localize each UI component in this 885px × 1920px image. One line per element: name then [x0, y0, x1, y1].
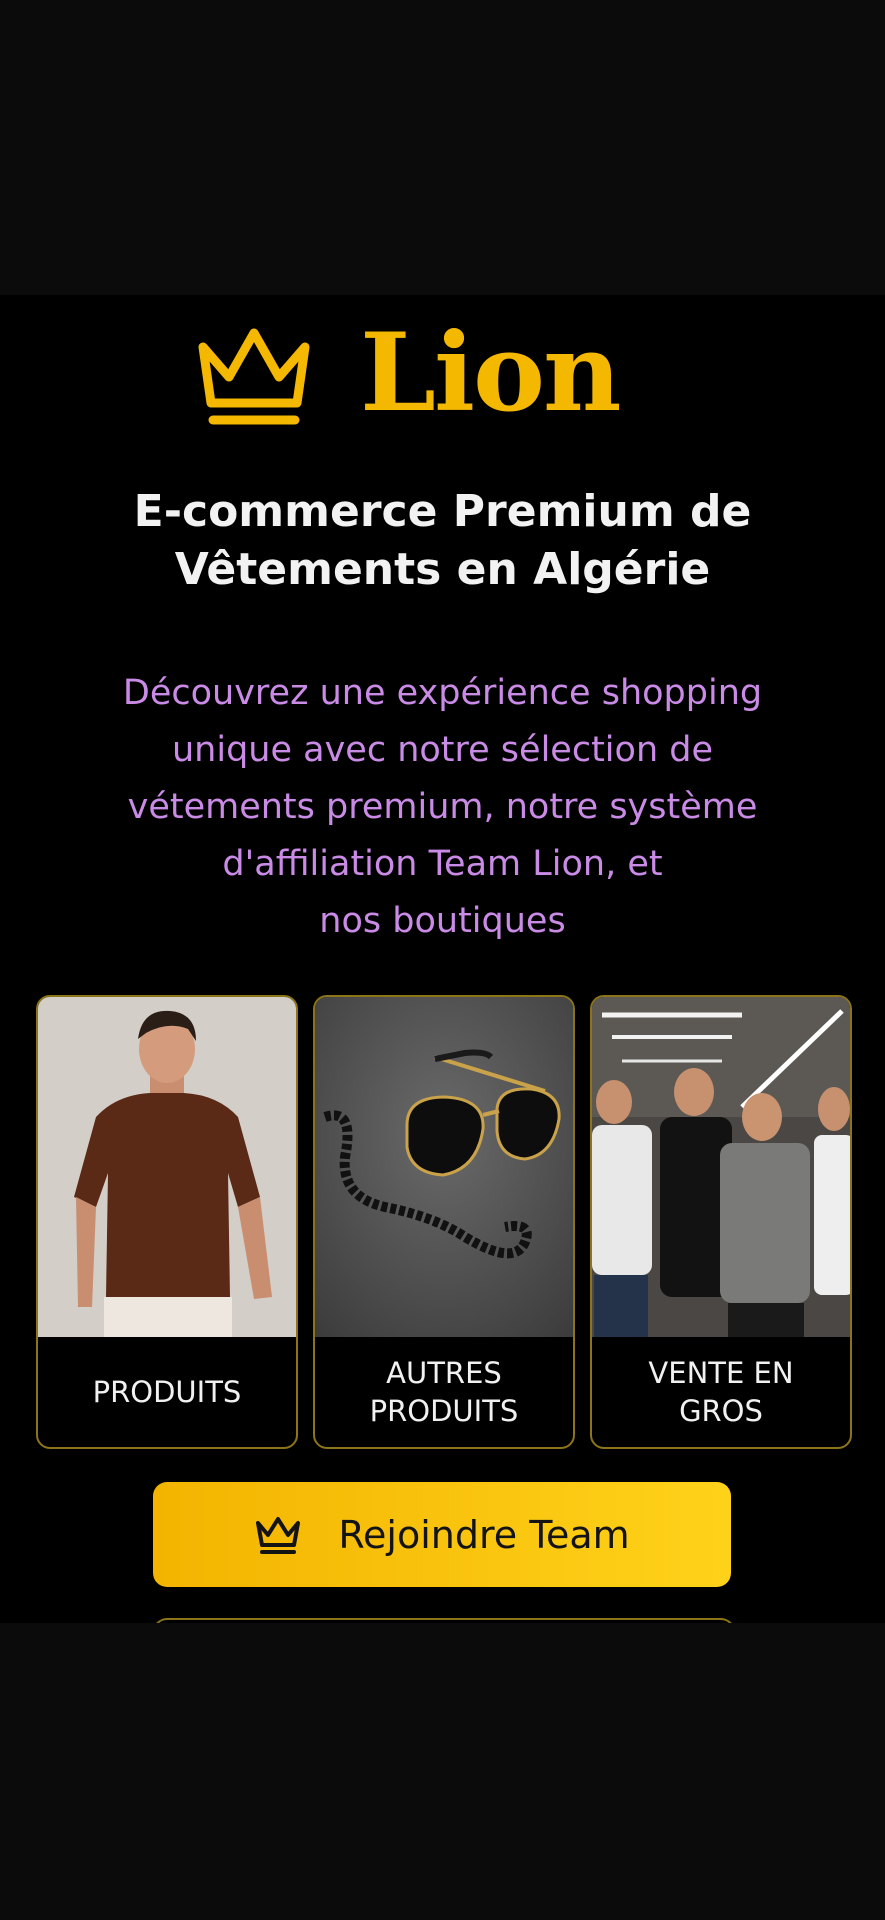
group-of-men-photo	[592, 997, 850, 1337]
join-team-label: Rejoindre Team	[338, 1512, 630, 1557]
tagline-line: unique avec notre sélection de	[172, 730, 713, 770]
card-autres-produits[interactable]: AUTRES PRODUITS	[313, 995, 575, 1449]
tagline: Découvrez une expérience shopping unique…	[60, 665, 825, 950]
card-label: AUTRES PRODUITS	[369, 1356, 519, 1428]
card-produits[interactable]: PRODUITS	[36, 995, 298, 1449]
crown-icon	[256, 1516, 301, 1554]
tagline-line: nos boutiques	[319, 901, 566, 941]
brand-header: Lion	[0, 309, 885, 436]
category-cards: PRODUITS AUTRES PRODUITS VENTE EN GROS	[36, 995, 852, 1449]
sunglasses-chain-photo	[315, 997, 573, 1337]
crown-icon	[198, 328, 310, 425]
join-team-button[interactable]: Rejoindre Team	[153, 1482, 731, 1587]
navigation-bar-area	[0, 1623, 885, 1920]
card-vente-en-gros[interactable]: VENTE EN GROS	[590, 995, 852, 1449]
brand-name: Lion	[360, 310, 622, 436]
tagline-line: vétements premium, notre système	[127, 787, 758, 827]
tagline-line: Découvrez une expérience shopping	[122, 673, 763, 713]
headline-line: E-commerce Premium de	[133, 486, 752, 537]
headline-line: Vêtements en Algérie	[174, 544, 711, 595]
card-label: VENTE EN GROS	[648, 1356, 794, 1428]
status-bar-area	[0, 0, 885, 295]
tagline-line: d'affiliation Team Lion, et	[222, 844, 663, 884]
card-label: PRODUITS	[92, 1375, 242, 1409]
page-title: E-commerce Premium de Vêtements en Algér…	[60, 483, 825, 599]
man-brown-tshirt-photo	[38, 997, 296, 1337]
landing-screen: Lion E-commerce Premium de Vêtements en …	[0, 295, 885, 1623]
